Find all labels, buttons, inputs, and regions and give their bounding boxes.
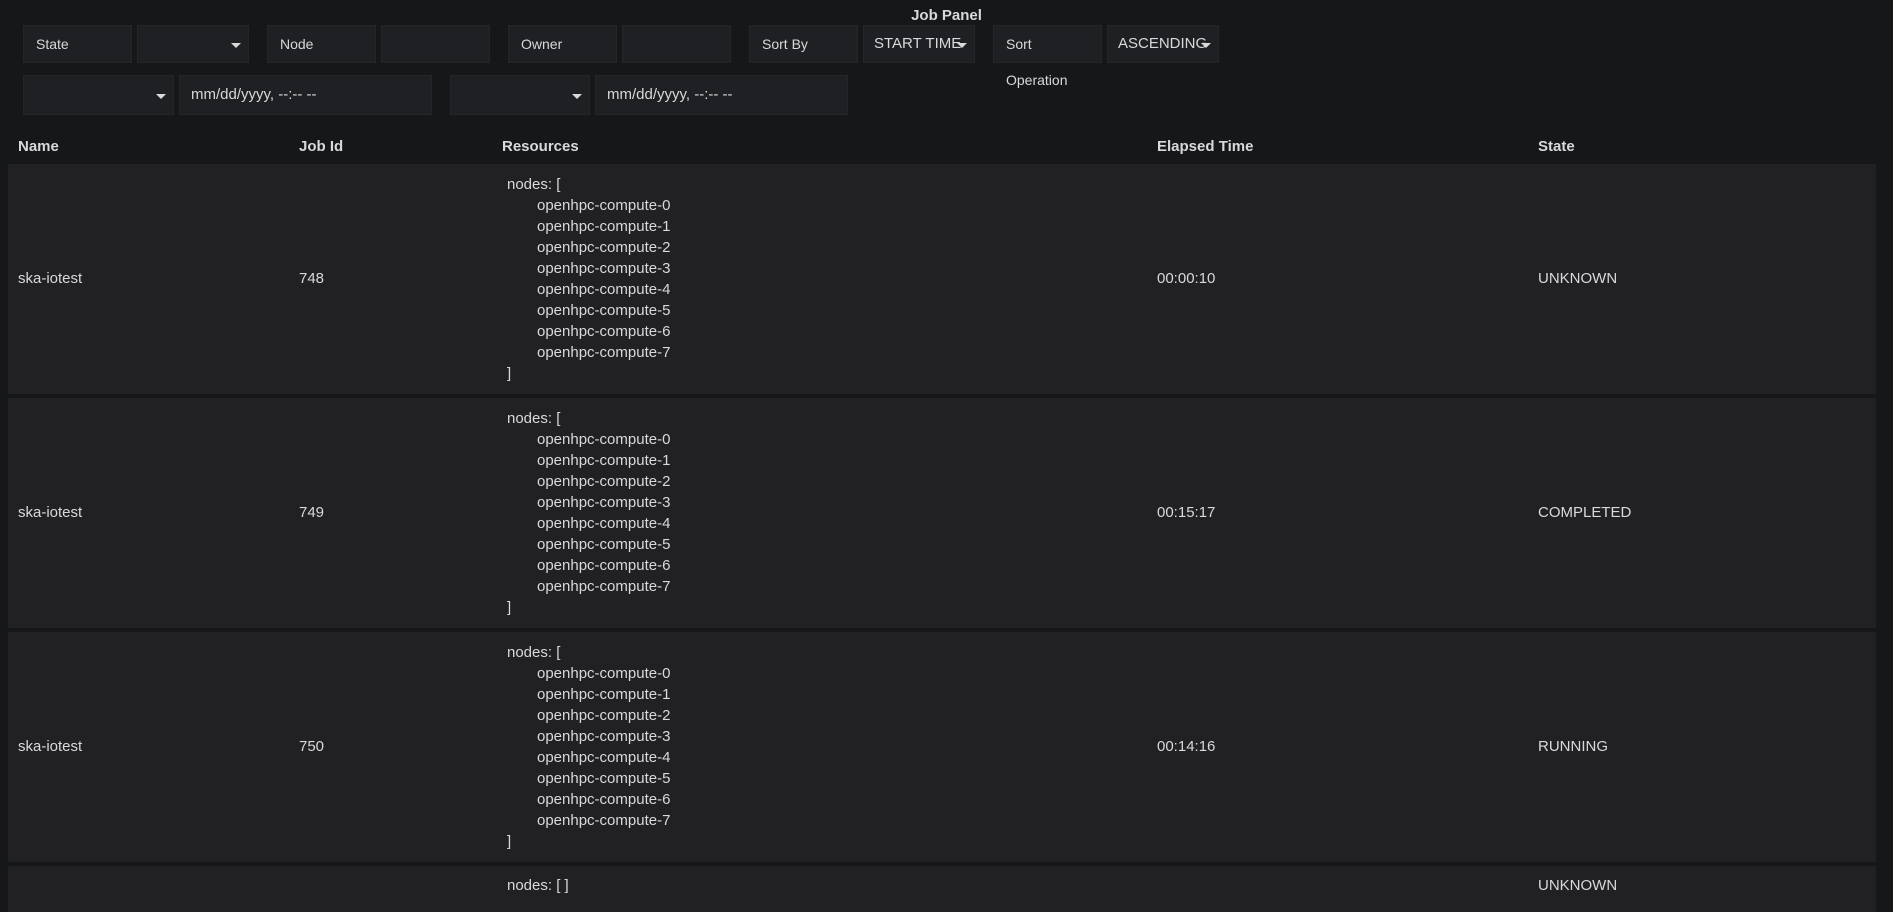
job-id: 748 <box>299 270 325 287</box>
sort-operation-label: Sort Operation <box>993 25 1102 88</box>
resources-open: nodes: [ ] <box>507 877 569 894</box>
job-panel: Job Panel State Node Owner Sort By START… <box>0 0 1893 912</box>
resource-node: openhpc-compute-3 <box>537 494 671 511</box>
resource-node: openhpc-compute-5 <box>537 302 671 319</box>
job-resources: nodes: [ ] <box>507 875 569 896</box>
job-resources: nodes: [ openhpc-compute-0 openhpc-compu… <box>507 174 670 384</box>
resources-open: nodes: [ <box>507 176 561 193</box>
job-name: ska-iotest <box>18 738 83 755</box>
sort-operation-select[interactable]: ASCENDING <box>1107 25 1219 63</box>
column-header-state[interactable]: State <box>1538 138 1575 155</box>
date-filter-bar: mm/dd/yyyy, --:-- -- mm/dd/yyyy, --:-- -… <box>23 75 848 115</box>
job-id: 750 <box>299 738 325 755</box>
resource-node: openhpc-compute-4 <box>537 749 671 766</box>
resources-close: ] <box>507 599 512 616</box>
resource-node: openhpc-compute-1 <box>537 452 671 469</box>
resource-node: openhpc-compute-4 <box>537 281 671 298</box>
job-elapsed-time: 00:15:17 <box>1157 504 1216 521</box>
resource-node: openhpc-compute-2 <box>537 239 671 256</box>
job-elapsed-time: 00:14:16 <box>1157 738 1216 755</box>
node-filter-label: Node <box>267 25 376 63</box>
to-date-input[interactable]: mm/dd/yyyy, --:-- -- <box>595 75 848 115</box>
resources-close: ] <box>507 833 512 850</box>
column-header-name[interactable]: Name <box>18 138 59 155</box>
resource-node: openhpc-compute-1 <box>537 218 671 235</box>
job-state: COMPLETED <box>1538 504 1632 521</box>
resources-open: nodes: [ <box>507 644 561 661</box>
chevron-down-icon <box>156 94 166 99</box>
column-header-job-id[interactable]: Job Id <box>299 138 343 155</box>
table-row[interactable]: nodes: [ ] UNKNOWN <box>8 866 1876 912</box>
chevron-down-icon <box>231 43 241 48</box>
resources-close: ] <box>507 365 512 382</box>
resource-node: openhpc-compute-2 <box>537 473 671 490</box>
resource-node: openhpc-compute-0 <box>537 197 671 214</box>
job-name: ska-iotest <box>18 270 83 287</box>
resource-node: openhpc-compute-5 <box>537 536 671 553</box>
resource-node: openhpc-compute-3 <box>537 728 671 745</box>
filter-bar: State Node Owner Sort By START TIME Sort… <box>23 25 1219 88</box>
resource-node: openhpc-compute-7 <box>537 812 671 829</box>
chevron-down-icon <box>572 94 582 99</box>
job-state: UNKNOWN <box>1538 877 1618 894</box>
table-row[interactable]: ska-iotest 750 nodes: [ openhpc-compute-… <box>8 632 1876 862</box>
resource-node: openhpc-compute-6 <box>537 557 671 574</box>
chevron-down-icon <box>957 43 967 48</box>
sortby-label: Sort By <box>749 25 858 63</box>
sortby-select[interactable]: START TIME <box>863 25 975 63</box>
sort-operation-value: ASCENDING <box>1118 35 1208 52</box>
job-id: 749 <box>299 504 325 521</box>
state-filter-select[interactable] <box>137 25 249 63</box>
job-resources: nodes: [ openhpc-compute-0 openhpc-compu… <box>507 642 670 852</box>
state-filter-label: State <box>23 25 132 63</box>
from-date-select[interactable] <box>23 75 174 115</box>
resource-node: openhpc-compute-1 <box>537 686 671 703</box>
resource-node: openhpc-compute-3 <box>537 260 671 277</box>
column-header-elapsed-time[interactable]: Elapsed Time <box>1157 138 1253 155</box>
from-date-input[interactable]: mm/dd/yyyy, --:-- -- <box>179 75 432 115</box>
resource-node: openhpc-compute-7 <box>537 344 671 361</box>
sortby-value: START TIME <box>874 35 962 52</box>
resource-node: openhpc-compute-6 <box>537 791 671 808</box>
resources-open: nodes: [ <box>507 410 561 427</box>
table-row[interactable]: ska-iotest 749 nodes: [ openhpc-compute-… <box>8 398 1876 628</box>
node-filter-input[interactable] <box>381 25 490 63</box>
panel-title: Job Panel <box>911 7 982 24</box>
owner-filter-label: Owner <box>508 25 617 63</box>
job-resources: nodes: [ openhpc-compute-0 openhpc-compu… <box>507 408 670 618</box>
job-state: RUNNING <box>1538 738 1608 755</box>
job-state: UNKNOWN <box>1538 270 1618 287</box>
owner-filter-input[interactable] <box>622 25 731 63</box>
column-header-resources[interactable]: Resources <box>502 138 579 155</box>
table-row[interactable]: ska-iotest 748 nodes: [ openhpc-compute-… <box>8 164 1876 394</box>
resource-node: openhpc-compute-5 <box>537 770 671 787</box>
job-name: ska-iotest <box>18 504 83 521</box>
resource-node: openhpc-compute-2 <box>537 707 671 724</box>
resource-node: openhpc-compute-4 <box>537 515 671 532</box>
to-date-select[interactable] <box>450 75 590 115</box>
resource-node: openhpc-compute-7 <box>537 578 671 595</box>
job-elapsed-time: 00:00:10 <box>1157 270 1216 287</box>
chevron-down-icon <box>1201 43 1211 48</box>
resource-node: openhpc-compute-0 <box>537 665 671 682</box>
resource-node: openhpc-compute-6 <box>537 323 671 340</box>
table-header: Name Job Id Resources Elapsed Time State <box>8 133 1876 163</box>
resource-node: openhpc-compute-0 <box>537 431 671 448</box>
